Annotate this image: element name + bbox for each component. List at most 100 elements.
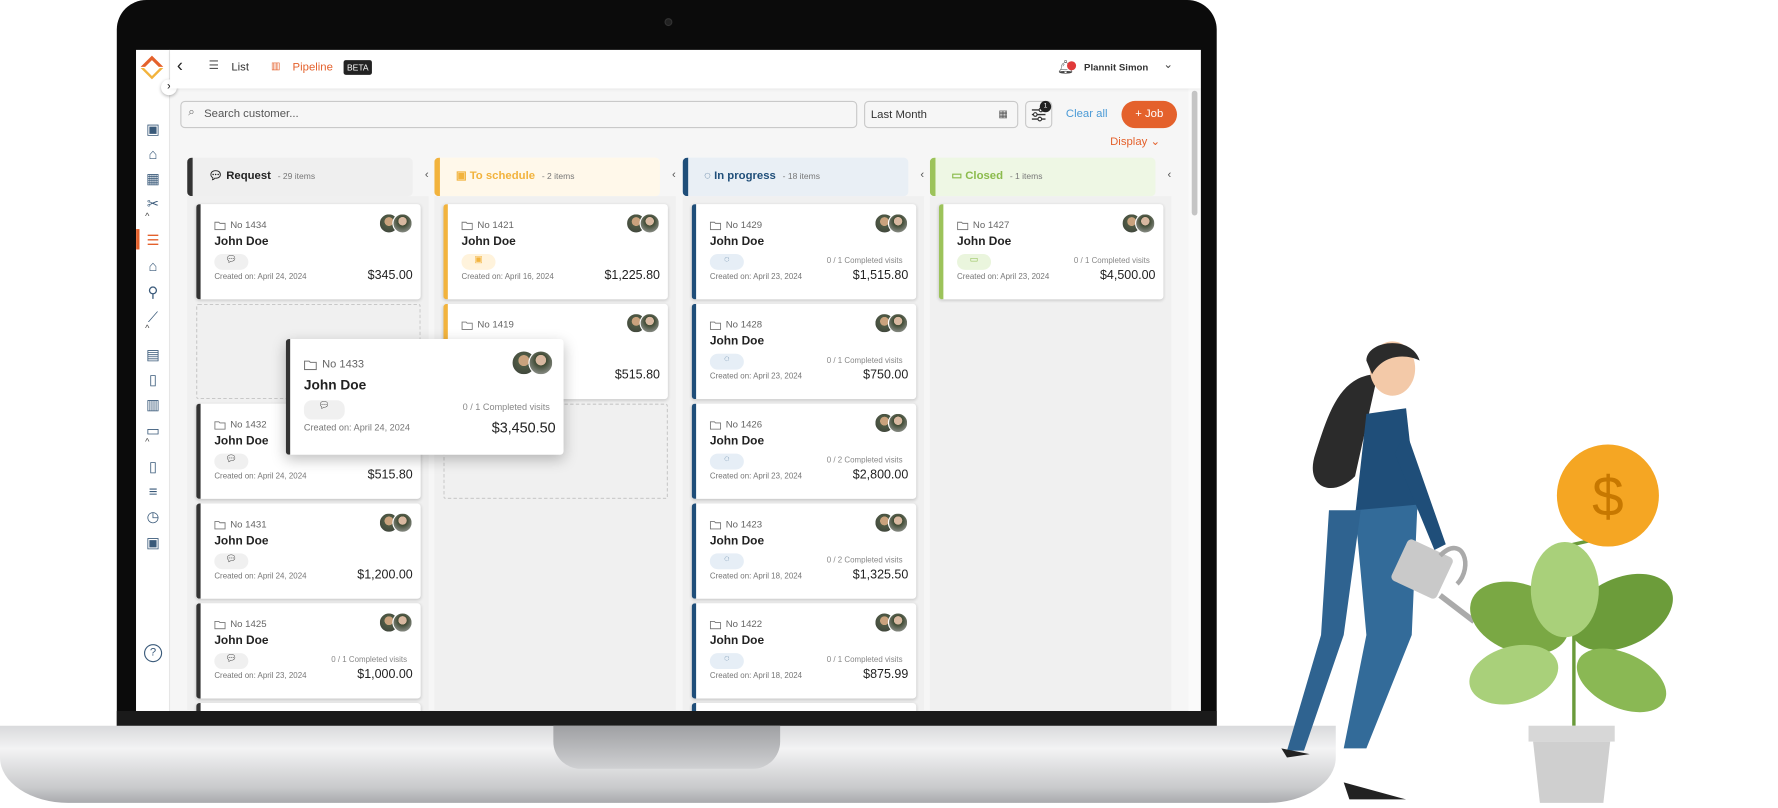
tab-pipeline[interactable]: Pipeline bbox=[293, 61, 333, 73]
status-badge: 💬︎ bbox=[214, 254, 249, 270]
calendar-icon: ▣ bbox=[455, 170, 470, 183]
column-count: - 1 items bbox=[1009, 171, 1043, 182]
job-card[interactable]: No 1425 John Doe 💬︎ Created on: April 23, 2… bbox=[196, 603, 421, 699]
created-date: Created on: April 18, 2024 bbox=[709, 572, 803, 581]
sidebar-house-worker-icon[interactable]: ⌂ bbox=[144, 257, 162, 275]
sidebar-invoice-icon[interactable]: ▯ bbox=[144, 371, 162, 389]
job-amount: $1,515.80 bbox=[852, 268, 909, 283]
display-label: Display bbox=[1110, 136, 1148, 149]
sidebar-calculator-icon[interactable]: ▤ bbox=[144, 346, 162, 364]
avatar bbox=[528, 350, 554, 376]
sidebar-book-icon[interactable]: ▥ bbox=[144, 396, 162, 414]
add-job-button[interactable]: + Job bbox=[1121, 100, 1178, 129]
logo-icon[interactable] bbox=[139, 54, 164, 80]
job-card[interactable]: No 1434 John Doe 💬︎ Created on: April 24, 2… bbox=[196, 204, 421, 300]
display-dropdown[interactable]: Display ⌄ bbox=[1110, 136, 1160, 148]
job-number: No 1427 bbox=[957, 219, 1009, 230]
job-amount: $3,450.50 bbox=[491, 420, 556, 437]
job-card[interactable]: No 1423 John Doe ◌ Created on: April 18, 20… bbox=[691, 503, 917, 599]
sidebar-document-icon[interactable]: ▯ bbox=[144, 458, 162, 476]
job-number: No 1426 bbox=[709, 418, 762, 430]
created-date: Created on: April 23, 2024 bbox=[709, 373, 803, 382]
search-input[interactable]: ⌕ Search customer... bbox=[180, 100, 858, 129]
dragged-job-card[interactable]: No 1433 John Doe 💬︎ Created on: April 24, 2… bbox=[285, 339, 564, 455]
scrollbar-thumb[interactable] bbox=[1191, 90, 1198, 216]
column-header-to-schedule: ▣ To schedule - 2 items ‹ bbox=[434, 157, 676, 197]
completed-visits: 0 / 1 Completed visits bbox=[826, 357, 903, 366]
app-screen: ▣ ⌂ ▦ ✂ ☰ ⌂ ⚲ ⟋ ▤ ▯ ▥ ▭ ▯ ≡ ◷ ▣? ^ ^ ^ › ‹ ☰ List ▥ Pipeli… bbox=[136, 49, 1201, 711]
job-number: No 1433 bbox=[304, 357, 364, 370]
job-card[interactable]: No 1421 John Doe ▣ Created on: April 16, 20… bbox=[443, 204, 668, 300]
job-card[interactable]: No 1422 John Doe ◌ Created on: April 18, 20… bbox=[691, 603, 917, 699]
progress-icon: ◌ bbox=[724, 653, 730, 664]
sidebar-contact-icon[interactable]: ▣ bbox=[144, 534, 162, 552]
clear-all-link[interactable]: Clear all bbox=[1066, 108, 1108, 120]
column-count: - 2 items bbox=[541, 171, 575, 182]
sidebar-clock-icon[interactable]: ◷ bbox=[144, 508, 162, 526]
completed-visits: 0 / 2 Completed visits bbox=[826, 556, 903, 565]
status-badge: ◌ bbox=[709, 553, 744, 570]
completed-visits: 0 / 1 Completed visits bbox=[826, 257, 903, 266]
job-card[interactable] bbox=[196, 703, 421, 711]
created-date: Created on: April 23, 2024 bbox=[957, 273, 1050, 282]
job-number: No 1434 bbox=[214, 219, 267, 230]
customer-name: John Doe bbox=[461, 234, 516, 249]
calendar-icon: ▣ bbox=[474, 254, 483, 265]
collapse-column-chevron-icon[interactable]: ‹ bbox=[425, 169, 429, 181]
sidebar-calendar-icon[interactable]: ▦ bbox=[144, 170, 162, 188]
sidebar-help-icon[interactable]: ? bbox=[144, 644, 163, 663]
sidebar-list-icon[interactable]: ☰ bbox=[144, 231, 162, 249]
sidebar-home-icon[interactable]: ⌂ bbox=[144, 145, 162, 163]
sidebar-route-icon[interactable]: ⚲ bbox=[144, 283, 162, 301]
status-badge: 💬︎ bbox=[214, 453, 249, 470]
job-card[interactable]: No 1426 John Doe ◌ Created on: April 23, 20… bbox=[691, 403, 917, 499]
job-card[interactable] bbox=[691, 703, 917, 711]
created-date: Created on: April 23, 2024 bbox=[214, 672, 307, 681]
job-amount: $345.00 bbox=[367, 268, 413, 283]
job-amount: $515.80 bbox=[614, 368, 660, 383]
tab-list[interactable]: List bbox=[231, 61, 249, 73]
customer-name: John Doe bbox=[214, 534, 269, 548]
collapse-column-chevron-icon[interactable]: ‹ bbox=[672, 169, 676, 181]
dollar-sign-icon: $ bbox=[1592, 466, 1624, 529]
avatar bbox=[887, 512, 909, 533]
collapse-chevron-icon[interactable]: ^ bbox=[145, 437, 149, 447]
sidebar-dashboard-icon[interactable]: ▣ bbox=[144, 120, 162, 138]
status-badge: 💬︎ bbox=[214, 553, 249, 570]
calendar-icon: ▦ bbox=[998, 107, 1009, 120]
back-chevron-icon[interactable]: ‹ bbox=[177, 57, 183, 77]
collapse-chevron-icon[interactable]: ^ bbox=[145, 323, 149, 333]
chat-icon: 💬︎ bbox=[225, 254, 238, 265]
job-amount: $1,000.00 bbox=[357, 667, 413, 682]
customer-name: John Doe bbox=[214, 633, 269, 648]
customer-name: John Doe bbox=[957, 234, 1012, 249]
woman-watering-plant-illustration: $ bbox=[1281, 341, 1673, 803]
search-icon: ⌕ bbox=[188, 106, 195, 120]
job-card[interactable]: No 1429 John Doe ◌ Created on: April 23, 20… bbox=[691, 204, 917, 300]
status-badge: ◌ bbox=[709, 353, 744, 370]
created-date: Created on: April 24, 2024 bbox=[303, 424, 410, 434]
folder-icon: ▭ bbox=[951, 170, 966, 183]
column-title: Request bbox=[226, 170, 271, 183]
status-badge: ◌ bbox=[709, 254, 744, 270]
column-count: - 29 items bbox=[277, 171, 316, 182]
job-amount: $1,225.80 bbox=[604, 268, 660, 283]
chevron-down-icon: ⌄ bbox=[1150, 136, 1160, 149]
sidebar-report-icon[interactable]: ≡ bbox=[144, 483, 162, 501]
chevron-down-icon[interactable]: ⌄ bbox=[1163, 59, 1173, 71]
job-card[interactable]: No 1431 John Doe 💬︎ Created on: April 24, 2… bbox=[196, 503, 421, 599]
completed-visits: 0 / 1 Completed visits bbox=[826, 656, 903, 665]
customer-name: John Doe bbox=[214, 234, 269, 249]
user-name[interactable]: Plannit Simon bbox=[1084, 61, 1148, 72]
collapse-column-chevron-icon[interactable]: ‹ bbox=[1168, 169, 1172, 181]
collapse-column-chevron-icon[interactable]: ‹ bbox=[920, 169, 924, 181]
progress-icon: ◌ bbox=[724, 553, 730, 564]
column-header-request: 💬︎ Request - 29 items ‹ bbox=[187, 157, 429, 197]
completed-visits: 0 / 1 Completed visits bbox=[331, 656, 408, 665]
date-filter[interactable]: Last Month ▦ bbox=[864, 100, 1019, 129]
collapse-chevron-icon[interactable]: ^ bbox=[145, 211, 149, 221]
job-card[interactable]: No 1428 John Doe ◌ Created on: April 23, 20… bbox=[691, 303, 917, 400]
job-card[interactable]: No 1427 John Doe ▭ Created on: April 23, 20… bbox=[938, 204, 1164, 300]
status-badge: 💬︎ bbox=[303, 400, 345, 420]
search-placeholder: Search customer... bbox=[204, 107, 299, 121]
